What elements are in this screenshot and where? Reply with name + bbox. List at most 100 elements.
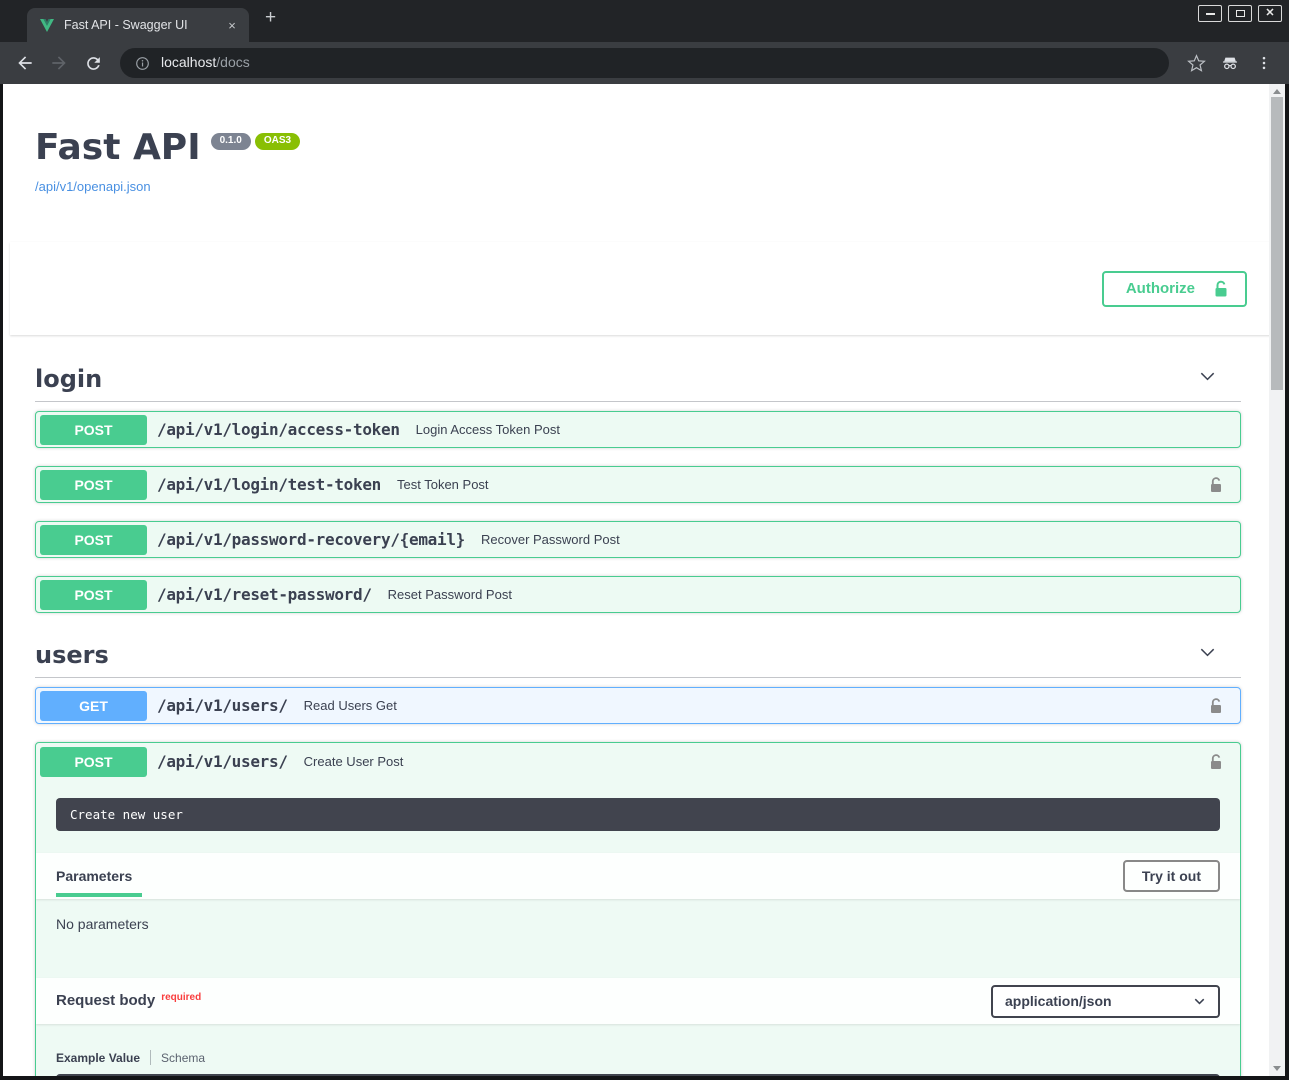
model-example-tabs: Example Value Schema bbox=[36, 1024, 1240, 1074]
operation-summary: Recover Password Post bbox=[481, 532, 1226, 547]
close-button[interactable]: ✕ bbox=[1258, 5, 1282, 22]
oas3-badge: OAS3 bbox=[255, 133, 300, 150]
example-code-block: { bbox=[56, 1074, 1220, 1076]
section-title: login bbox=[35, 365, 102, 393]
tab-close-icon[interactable]: × bbox=[223, 16, 241, 34]
section-login: login POST /api/v1/login/access-token Lo… bbox=[35, 365, 1241, 613]
url-path: /docs bbox=[216, 54, 249, 70]
operation-description: Create new user bbox=[56, 798, 1220, 831]
tab-divider bbox=[150, 1050, 151, 1065]
request-body-label: Request body bbox=[56, 992, 155, 1009]
bookmark-button[interactable] bbox=[1181, 48, 1211, 78]
example-value-tab[interactable]: Example Value bbox=[56, 1051, 140, 1065]
required-flag: required bbox=[161, 992, 201, 1003]
section-title: users bbox=[35, 641, 109, 669]
maximize-icon bbox=[1236, 10, 1245, 17]
back-icon bbox=[15, 53, 35, 73]
method-badge: GET bbox=[40, 691, 147, 721]
minimize-icon bbox=[1206, 13, 1215, 15]
minimize-button[interactable] bbox=[1198, 5, 1222, 22]
operation-summary: Login Access Token Post bbox=[416, 422, 1226, 437]
media-type-select[interactable]: application/json bbox=[991, 985, 1220, 1018]
method-badge: POST bbox=[40, 525, 147, 555]
method-badge: POST bbox=[40, 580, 147, 610]
tab-title: Fast API - Swagger UI bbox=[64, 18, 214, 32]
operation-path: /api/v1/users/ bbox=[157, 752, 288, 771]
back-button[interactable] bbox=[10, 48, 40, 78]
forward-icon bbox=[49, 53, 69, 73]
url-text: localhost/docs bbox=[161, 54, 250, 72]
operation-summary: Create User Post bbox=[304, 754, 1206, 769]
authorize-button[interactable]: Authorize bbox=[1102, 271, 1247, 307]
operation-row[interactable]: GET /api/v1/users/ Read Users Get bbox=[35, 687, 1241, 724]
kebab-menu-icon bbox=[1255, 54, 1273, 72]
star-icon bbox=[1187, 54, 1206, 73]
operation-row[interactable]: POST /api/v1/password-recovery/{email} R… bbox=[35, 521, 1241, 558]
unlock-icon bbox=[1206, 475, 1226, 495]
forward-button[interactable] bbox=[44, 48, 74, 78]
operation-path: /api/v1/users/ bbox=[157, 696, 288, 715]
scroll-up-arrow[interactable] bbox=[1273, 89, 1281, 94]
scheme-container: Authorize bbox=[10, 242, 1278, 335]
parameters-tab[interactable]: Parameters bbox=[56, 868, 132, 884]
media-type-value: application/json bbox=[1005, 993, 1112, 1009]
chevron-down-icon bbox=[1198, 643, 1217, 667]
url-bar[interactable]: localhost/docs bbox=[120, 48, 1169, 78]
section-users: users GET /api/v1/users/ Read Users Get bbox=[35, 641, 1241, 1076]
operation-path: /api/v1/password-recovery/{email} bbox=[157, 530, 465, 549]
operation-summary: Reset Password Post bbox=[388, 587, 1226, 602]
chevron-down-icon bbox=[1198, 367, 1217, 391]
maximize-button[interactable] bbox=[1228, 5, 1252, 22]
scroll-down-arrow[interactable] bbox=[1273, 1066, 1281, 1071]
page-title: Fast API bbox=[35, 128, 201, 168]
method-badge: POST bbox=[40, 415, 147, 445]
unlock-icon bbox=[1211, 279, 1231, 299]
try-it-out-button[interactable]: Try it out bbox=[1123, 860, 1220, 892]
auth-lock-button[interactable] bbox=[1206, 475, 1226, 495]
operation-row[interactable]: POST /api/v1/login/access-token Login Ac… bbox=[35, 411, 1241, 448]
menu-button[interactable] bbox=[1249, 48, 1279, 78]
method-badge: POST bbox=[40, 747, 147, 777]
reload-icon bbox=[84, 54, 103, 73]
reload-button[interactable] bbox=[78, 48, 108, 78]
operation-row[interactable]: POST /api/v1/users/ Create User Post bbox=[36, 743, 1240, 780]
operation-path: /api/v1/login/access-token bbox=[157, 420, 400, 439]
auth-lock-button[interactable] bbox=[1206, 696, 1226, 716]
url-host: localhost bbox=[161, 54, 216, 70]
close-icon: ✕ bbox=[1265, 8, 1274, 19]
incognito-badge bbox=[1215, 48, 1245, 78]
section-login-header[interactable]: login bbox=[35, 365, 1241, 402]
unlock-icon bbox=[1206, 752, 1226, 772]
chevron-down-icon bbox=[1193, 995, 1206, 1008]
operation-path: /api/v1/reset-password/ bbox=[157, 585, 372, 604]
api-info: Fast API 0.1.0 OAS3 /api/v1/openapi.json bbox=[35, 84, 1241, 196]
operation-expanded: POST /api/v1/users/ Create User Post Cre… bbox=[35, 742, 1241, 1076]
version-badge: 0.1.0 bbox=[211, 133, 251, 150]
operation-summary: Test Token Post bbox=[397, 477, 1206, 492]
incognito-icon bbox=[1220, 53, 1240, 73]
browser-toolbar: localhost/docs bbox=[0, 42, 1289, 84]
titlebar: Fast API - Swagger UI × + ✕ bbox=[0, 0, 1289, 42]
parameters-header: Parameters Try it out bbox=[36, 853, 1240, 899]
browser-window: Fast API - Swagger UI × + ✕ localhost/do… bbox=[0, 0, 1289, 1080]
openapi-spec-link[interactable]: /api/v1/openapi.json bbox=[35, 179, 151, 194]
site-info-icon[interactable] bbox=[134, 55, 151, 72]
scrollbar-thumb[interactable] bbox=[1271, 97, 1283, 390]
section-users-header[interactable]: users bbox=[35, 641, 1241, 678]
browser-tab[interactable]: Fast API - Swagger UI × bbox=[27, 8, 249, 42]
request-body-header: Request body required application/json bbox=[36, 978, 1240, 1024]
operation-summary: Read Users Get bbox=[304, 698, 1206, 713]
schema-tab[interactable]: Schema bbox=[161, 1051, 205, 1065]
window-controls: ✕ bbox=[1198, 5, 1282, 22]
operation-path: /api/v1/login/test-token bbox=[157, 475, 381, 494]
scrollbar[interactable] bbox=[1269, 84, 1285, 1076]
new-tab-button[interactable]: + bbox=[249, 7, 276, 35]
authorize-label: Authorize bbox=[1126, 280, 1195, 297]
method-badge: POST bbox=[40, 470, 147, 500]
no-parameters-text: No parameters bbox=[36, 899, 1240, 956]
operation-row[interactable]: POST /api/v1/login/test-token Test Token… bbox=[35, 466, 1241, 503]
auth-lock-button[interactable] bbox=[1206, 752, 1226, 772]
operation-row[interactable]: POST /api/v1/reset-password/ Reset Passw… bbox=[35, 576, 1241, 613]
unlock-icon bbox=[1206, 696, 1226, 716]
page-viewport: Fast API 0.1.0 OAS3 /api/v1/openapi.json… bbox=[3, 84, 1285, 1076]
